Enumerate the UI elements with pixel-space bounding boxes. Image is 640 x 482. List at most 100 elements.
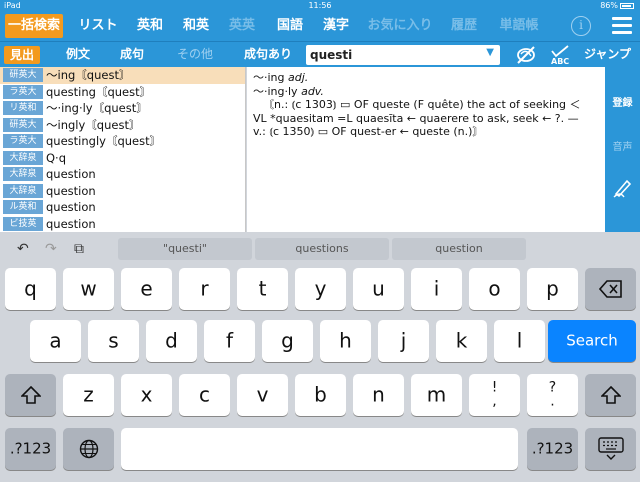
space-key[interactable] — [121, 428, 518, 470]
list-item-word: ～ing〘quest〙 — [46, 68, 131, 82]
no-pronunciation-icon[interactable] — [514, 44, 538, 66]
key-c[interactable]: c — [179, 374, 230, 416]
tab-eiei[interactable]: 英英 — [222, 11, 262, 41]
list-item[interactable]: 大辞泉 question — [0, 166, 245, 183]
tab-kokugo[interactable]: 国語 — [270, 11, 310, 41]
key-b[interactable]: b — [295, 374, 346, 416]
undo-icon[interactable]: ↶ — [17, 241, 29, 257]
dropdown-caret-icon[interactable]: ▼ — [486, 47, 494, 58]
backspace-key[interactable] — [585, 268, 636, 310]
list-item[interactable]: 大辞泉 Q·q — [0, 150, 245, 167]
globe-key[interactable] — [63, 428, 114, 470]
key-r[interactable]: r — [179, 268, 230, 310]
key-d[interactable]: d — [146, 320, 197, 362]
part-of-speech: adv. — [301, 84, 324, 98]
etymology-line: v.: ⦅c 1350⦆ ▭ OF quest-er ← queste (n.)… — [253, 125, 484, 138]
key-z[interactable]: z — [63, 374, 114, 416]
shift-icon — [601, 386, 621, 404]
key-a[interactable]: a — [30, 320, 81, 362]
suggestion[interactable]: questions — [255, 238, 389, 260]
key-l[interactable]: l — [494, 320, 545, 362]
etymology-line: 〘n.: ⦅c 1303⦆ ▭ OF queste (F quête) the … — [263, 98, 581, 111]
jump-button[interactable]: ジャンプ — [584, 42, 631, 67]
entry-headword: ～·ing·ly — [253, 84, 298, 98]
tab-kanji[interactable]: 漢字 — [316, 11, 356, 41]
hamburger-menu-icon[interactable] — [612, 17, 632, 35]
search-box[interactable]: ▼ — [306, 45, 500, 65]
register-button[interactable]: 登録 — [605, 94, 640, 109]
shift-key-right[interactable] — [585, 374, 636, 416]
key-n[interactable]: n — [353, 374, 404, 416]
hide-keyboard-key[interactable] — [585, 428, 636, 470]
list-item[interactable]: 研英大 ～ingly〘quest〙 — [0, 117, 245, 134]
key-h[interactable]: h — [320, 320, 371, 362]
key-m[interactable]: m — [411, 374, 462, 416]
key-g[interactable]: g — [262, 320, 313, 362]
list-item[interactable]: 研英大 ～ing〘quest〙 — [0, 67, 245, 84]
key-u[interactable]: u — [353, 268, 404, 310]
search-key[interactable]: Search — [548, 320, 636, 362]
dictionary-badge: ラ英大 — [3, 134, 43, 148]
key-i[interactable]: i — [411, 268, 462, 310]
key-y[interactable]: y — [295, 268, 346, 310]
tab-favorites[interactable]: お気に入り — [361, 11, 439, 41]
info-icon[interactable]: i — [571, 16, 591, 36]
key-q[interactable]: q — [5, 268, 56, 310]
key-j[interactable]: j — [378, 320, 429, 362]
search-input[interactable] — [310, 46, 480, 64]
suggestion[interactable]: "questi" — [118, 238, 252, 260]
shift-key-left[interactable] — [5, 374, 56, 416]
key-k[interactable]: k — [436, 320, 487, 362]
results-list: 研英大 ～ing〘quest〙 ラ英大 questing〘quest〙 リ英和 ～·i… — [0, 67, 246, 232]
filter-headword[interactable]: 見出 — [4, 46, 40, 64]
tab-history[interactable]: 履歴 — [444, 11, 484, 41]
key-f[interactable]: f — [204, 320, 255, 362]
spell-check-abc-icon[interactable]: ABC — [548, 44, 572, 66]
list-item[interactable]: ラ英大 questing〘quest〙 — [0, 84, 245, 101]
filter-with-phrases[interactable]: 成句あり — [236, 42, 300, 67]
tab-all-search[interactable]: 一括検索 — [5, 14, 63, 38]
etymology-line: VL *quaesitam =L quaesīta ← quaerere to … — [253, 111, 579, 125]
key-o[interactable]: o — [469, 268, 520, 310]
list-item[interactable]: ル英和 question — [0, 199, 245, 216]
svg-text:ABC: ABC — [551, 57, 569, 66]
paste-icon[interactable]: ⧉ — [74, 241, 84, 257]
dictionary-badge: 大辞泉 — [3, 183, 43, 198]
audio-button[interactable]: 音声 — [605, 138, 640, 153]
list-item[interactable]: ラ英大 questingly〘quest〙 — [0, 133, 245, 150]
dictionary-badge: ビ技英 — [3, 216, 43, 231]
key-v[interactable]: v — [237, 374, 288, 416]
key-x[interactable]: x — [121, 374, 172, 416]
numbers-key-right[interactable]: .?123 — [527, 428, 578, 470]
entry-line: ～·ing adj. — [253, 71, 599, 85]
redo-icon[interactable]: ↷ — [45, 241, 57, 257]
key-s[interactable]: s — [88, 320, 139, 362]
key-t[interactable]: t — [237, 268, 288, 310]
numbers-key-left[interactable]: .?123 — [5, 428, 56, 470]
suggestion[interactable]: question — [392, 238, 526, 260]
list-item[interactable]: ビ技英 question — [0, 216, 245, 233]
key-exclaim-comma[interactable]: ! , — [469, 374, 520, 416]
right-sidebar: 登録 音声 — [605, 67, 640, 232]
key-p[interactable]: p — [527, 268, 578, 310]
filter-other[interactable]: その他 — [168, 42, 222, 67]
tab-wordbook[interactable]: 単語帳 — [491, 11, 547, 41]
key-question-period[interactable]: ? . — [527, 374, 578, 416]
key-e[interactable]: e — [121, 268, 172, 310]
list-item[interactable]: 大辞泉 question — [0, 183, 245, 200]
dictionary-badge: 大辞泉 — [3, 167, 43, 181]
tab-eiwa[interactable]: 英和 — [130, 11, 170, 41]
list-item-word: question — [46, 200, 96, 214]
keyboard-toolbar: ↶ ↷ ⧉ "questi" questions question — [0, 232, 640, 266]
filter-phrases[interactable]: 成句 — [112, 42, 152, 67]
filter-examples[interactable]: 例文 — [58, 42, 98, 67]
tab-waei[interactable]: 和英 — [176, 11, 216, 41]
tab-list[interactable]: リスト — [74, 11, 122, 41]
keyboard-dismiss-icon — [598, 437, 624, 460]
list-item[interactable]: リ英和 ～·ing·ly〘quest〙 — [0, 100, 245, 117]
handwriting-pen-icon[interactable] — [612, 177, 634, 199]
key-w[interactable]: w — [63, 268, 114, 310]
top-nav: 一括検索 リスト 英和 和英 英英 国語 漢字 お気に入り 履歴 単語帳 — [0, 11, 640, 41]
list-item-word: ～ingly〘quest〙 — [46, 117, 141, 132]
battery-icon — [620, 2, 634, 9]
